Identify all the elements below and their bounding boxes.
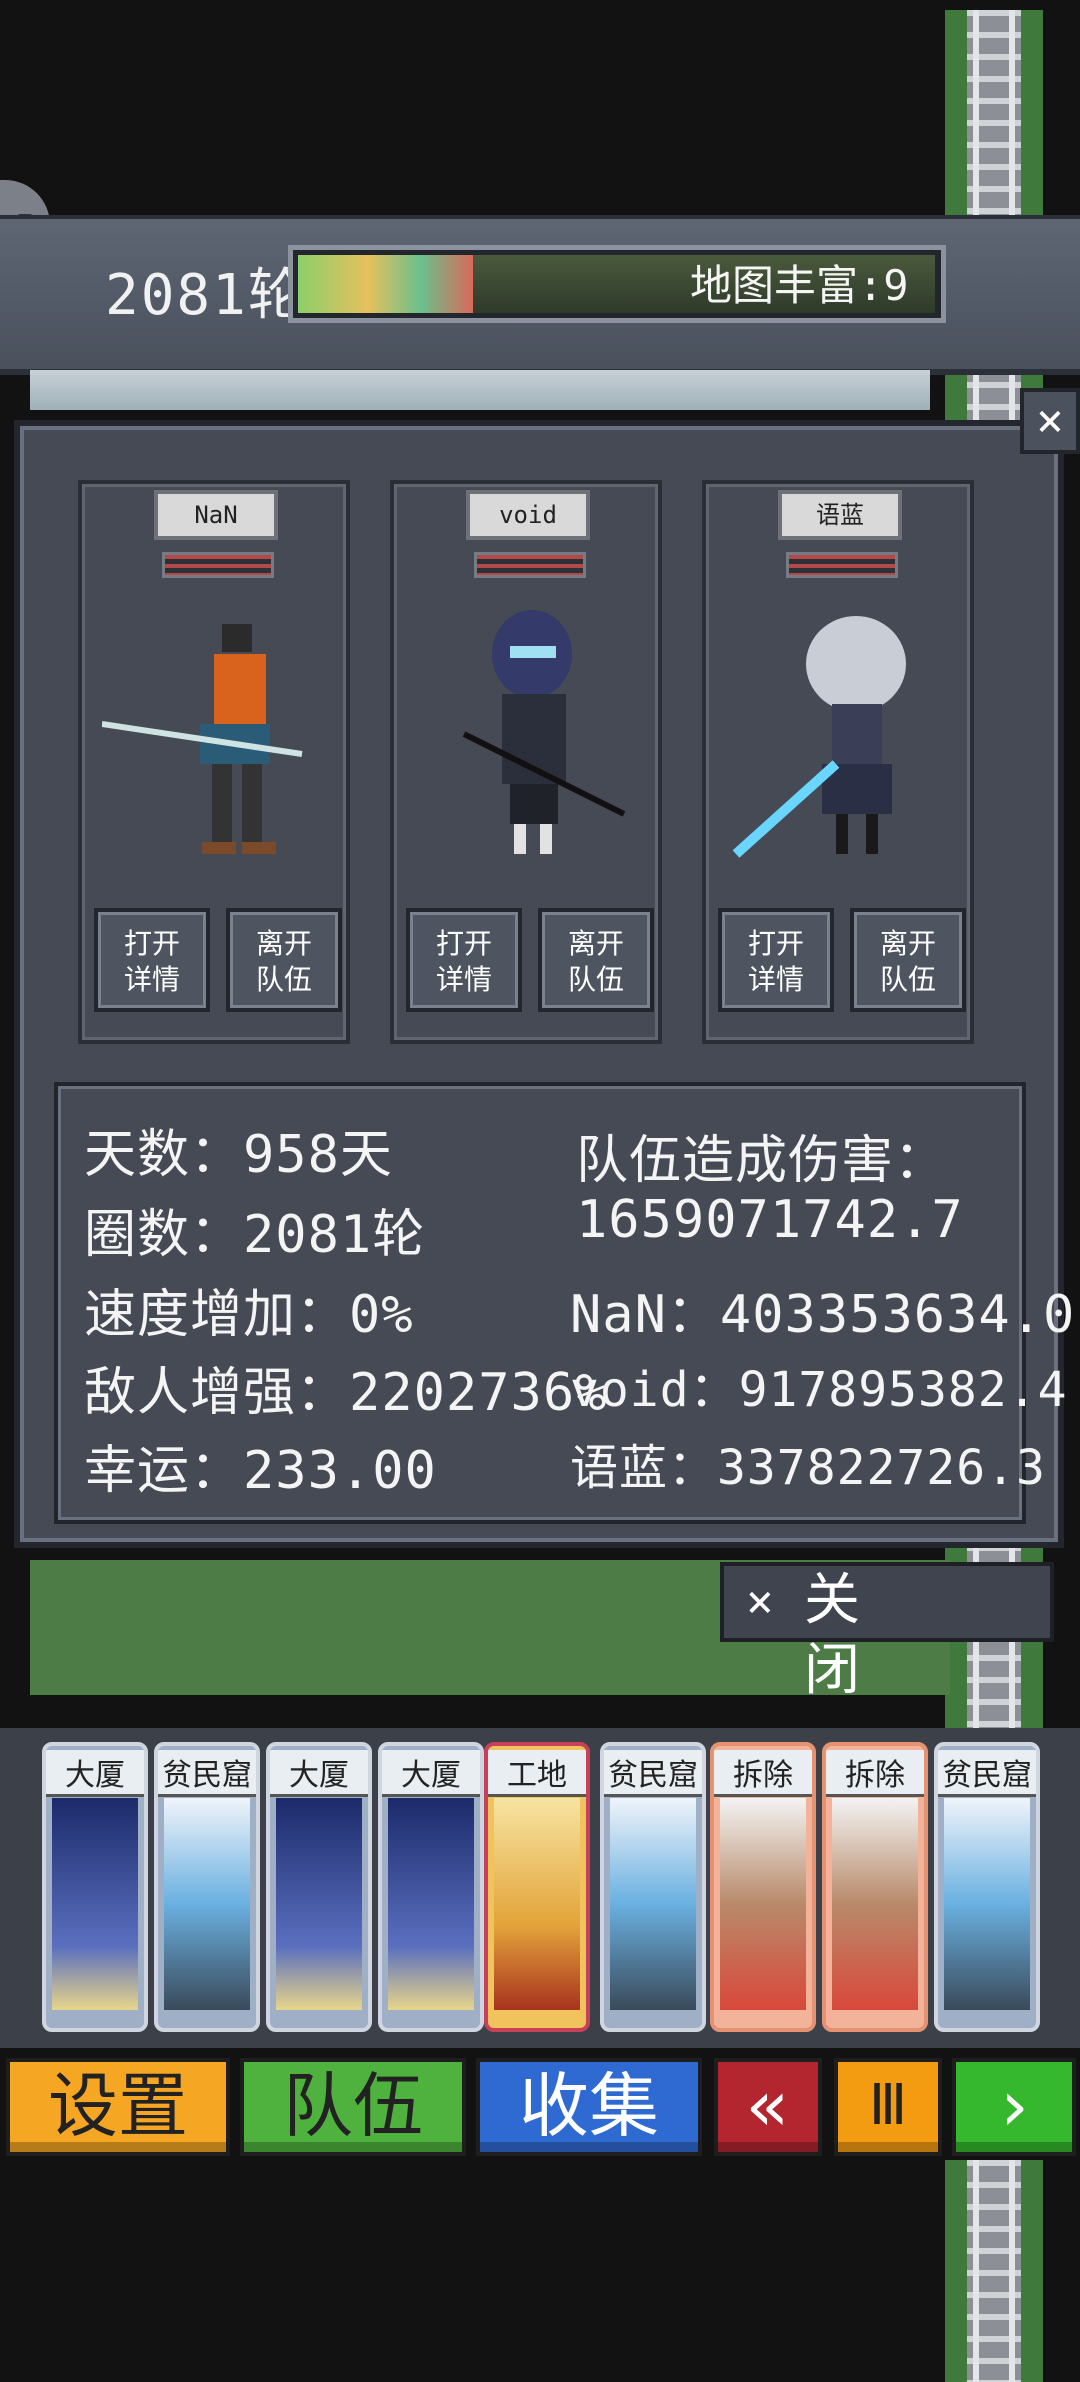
map-wealth-fill (298, 255, 473, 313)
swordswoman-portrait (732, 616, 906, 858)
samurai-portrait (102, 624, 303, 854)
luck-stat: 幸运：233.00 (84, 1441, 437, 1501)
close-icon: × (746, 1574, 774, 1628)
member-name: NaN (154, 490, 278, 540)
member-card-void: void 打开 详情 离开 队伍 (390, 480, 662, 1044)
tile-card-slum[interactable]: 贫民窟 (154, 1742, 260, 2032)
damage-void: void：917895382.4 (570, 1362, 1068, 1418)
collect-button[interactable]: 收集 (476, 2058, 702, 2156)
tile-card-tower[interactable]: 大厦 (266, 1742, 372, 2032)
railway-bottom (945, 2160, 1043, 2382)
tile-card-demolish[interactable]: 拆除 (710, 1742, 816, 2032)
days-stat: 天数：958天 (84, 1125, 393, 1185)
leave-team-button[interactable]: 离开 队伍 (850, 908, 966, 1012)
tile-card-slum[interactable]: 贫民窟 (934, 1742, 1040, 2032)
health-bar (162, 552, 274, 578)
close-icon[interactable]: × (1020, 388, 1080, 454)
speed-stat: 速度增加：0% (84, 1285, 414, 1345)
member-card-nan: NaN 打开 详情 离开 队伍 (78, 480, 350, 1044)
tile-card-tower[interactable]: 大厦 (378, 1742, 484, 2032)
map-wealth-label: 地图丰富:9 (690, 261, 909, 310)
laps-stat: 圈数：2081轮 (84, 1205, 426, 1265)
leave-team-button[interactable]: 离开 队伍 (538, 908, 654, 1012)
rewind-button[interactable]: « (714, 2058, 822, 2156)
open-details-button[interactable]: 打开 详情 (406, 908, 522, 1012)
settings-button[interactable]: 设置 (6, 2058, 230, 2156)
member-name: 语蓝 (778, 490, 902, 540)
round-count: 2081轮 (105, 263, 306, 328)
member-name: void (466, 490, 590, 540)
member-card-yulan: 语蓝 打开 详情 离开 队伍 (702, 480, 974, 1044)
tile-card-construction[interactable]: 工地 (484, 1742, 590, 2032)
railway-top (945, 10, 1043, 220)
team-button[interactable]: 队伍 (240, 2058, 466, 2156)
open-details-button[interactable]: 打开 详情 (718, 908, 834, 1012)
leave-team-button[interactable]: 离开 队伍 (226, 908, 342, 1012)
enemy-boost-stat: 敌人增强：2202736% (84, 1363, 608, 1423)
tile-card-slum[interactable]: 贫民窟 (600, 1742, 706, 2032)
open-details-button[interactable]: 打开 详情 (94, 908, 210, 1012)
hooded-ninja-portrait (462, 610, 626, 854)
health-bar (786, 552, 898, 578)
damage-nan: NaN：403353634.0 (570, 1285, 1076, 1345)
tile-card-demolish[interactable]: 拆除 (822, 1742, 928, 2032)
close-button[interactable]: × 关 闭 (720, 1562, 1054, 1703)
map-tile-strip (30, 370, 930, 410)
pause-button[interactable]: Ⅲ (834, 2058, 942, 2156)
health-bar (474, 552, 586, 578)
damage-total: 1659071742.7 (576, 1190, 964, 1250)
damage-title: 队伍造成伤害： (576, 1131, 948, 1191)
next-button[interactable]: › (952, 2058, 1076, 2156)
tile-card-tower[interactable]: 大厦 (42, 1742, 148, 2032)
damage-yulan: 语蓝：337822726.3 (570, 1440, 1046, 1496)
